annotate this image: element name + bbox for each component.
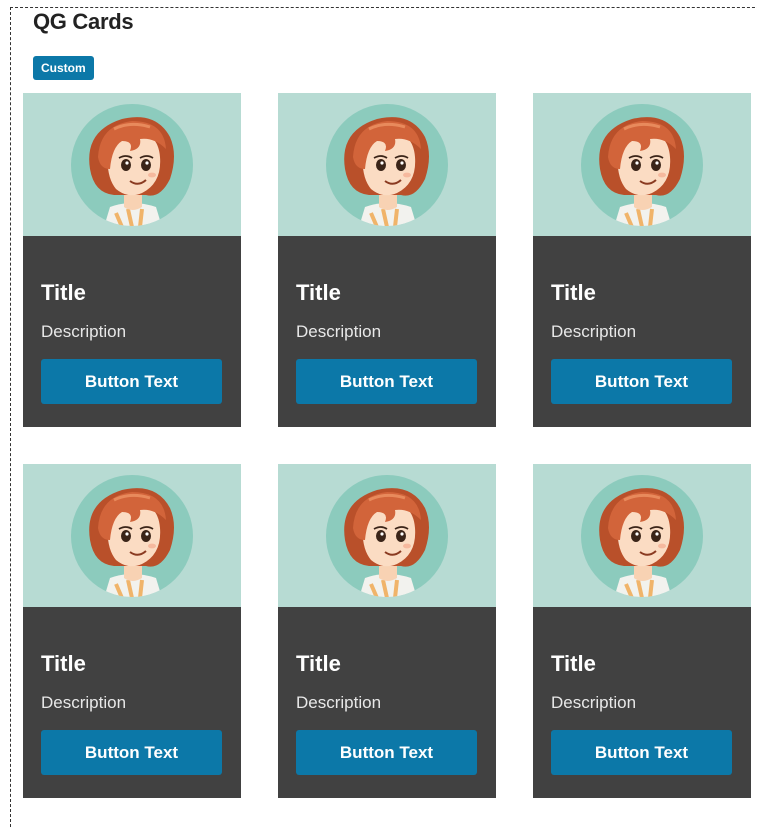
card: Title Description Button Text — [533, 93, 751, 427]
card-description: Description — [296, 693, 382, 712]
card-description: Description — [296, 322, 382, 341]
card: Title Description Button Text — [23, 464, 241, 798]
card-image — [23, 464, 241, 607]
card-title: Title — [551, 280, 596, 305]
card-image — [533, 464, 751, 607]
card-title: Title — [551, 651, 596, 676]
card: Title Description Button Text — [23, 93, 241, 427]
avatar-girl-icon — [325, 474, 449, 598]
card: Title Description Button Text — [533, 464, 751, 798]
card-body: Title Description Button Text — [23, 236, 241, 404]
card-button[interactable]: Button Text — [41, 359, 222, 404]
avatar-girl-icon — [70, 474, 194, 598]
avatar-girl-icon — [325, 103, 449, 227]
avatar-girl-icon — [580, 103, 704, 227]
cards-grid: Title Description Button Text Title Desc… — [23, 93, 751, 798]
avatar-girl-icon — [580, 474, 704, 598]
page-title: QG Cards — [33, 9, 134, 34]
card-button[interactable]: Button Text — [296, 730, 477, 775]
card-description: Description — [551, 693, 637, 712]
card-body: Title Description Button Text — [23, 607, 241, 775]
card-image — [278, 93, 496, 236]
card-button[interactable]: Button Text — [551, 730, 732, 775]
custom-badge: Custom — [33, 56, 94, 80]
card-description: Description — [41, 693, 127, 712]
card: Title Description Button Text — [278, 464, 496, 798]
card-button[interactable]: Button Text — [41, 730, 222, 775]
card-image — [23, 93, 241, 236]
card-body: Title Description Button Text — [278, 236, 496, 404]
card-title: Title — [41, 280, 86, 305]
card-description: Description — [551, 322, 637, 341]
card: Title Description Button Text — [278, 93, 496, 427]
card-button[interactable]: Button Text — [551, 359, 732, 404]
card-description: Description — [41, 322, 127, 341]
card-body: Title Description Button Text — [533, 607, 751, 775]
card-title: Title — [296, 651, 341, 676]
card-image — [533, 93, 751, 236]
card-image — [278, 464, 496, 607]
card-title: Title — [41, 651, 86, 676]
card-title: Title — [296, 280, 341, 305]
card-button[interactable]: Button Text — [296, 359, 477, 404]
avatar-girl-icon — [70, 103, 194, 227]
card-body: Title Description Button Text — [533, 236, 751, 404]
card-body: Title Description Button Text — [278, 607, 496, 775]
